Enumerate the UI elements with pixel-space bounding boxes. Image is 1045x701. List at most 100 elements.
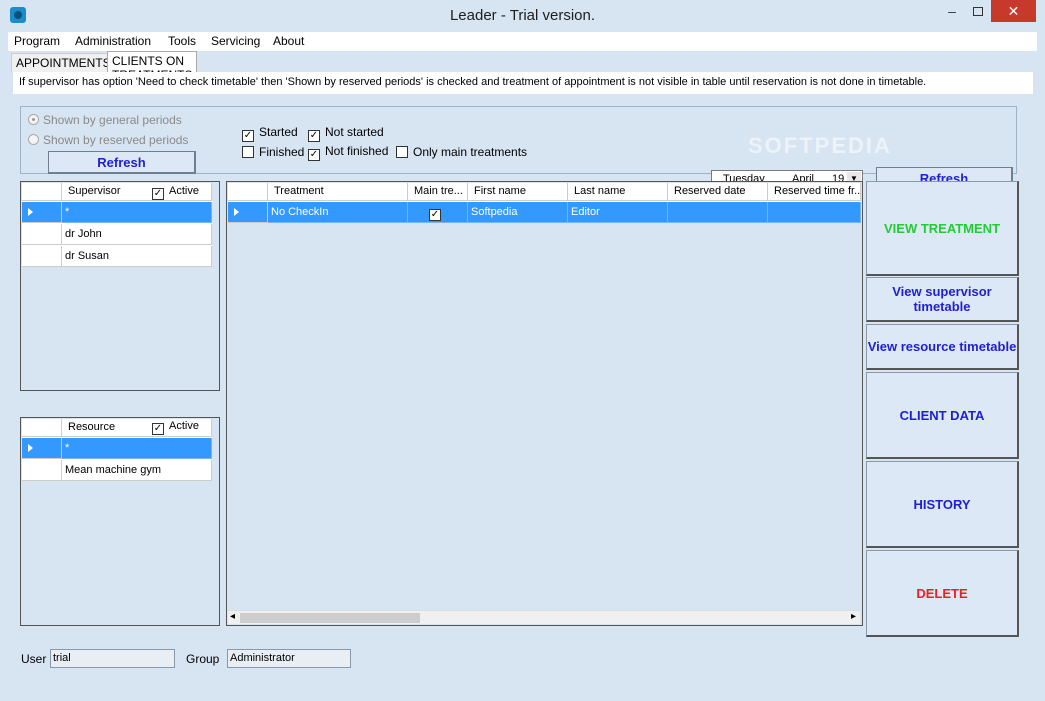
- supervisor-panel: Supervisor ✓ Active * dr John dr Susan: [20, 181, 220, 391]
- treatments-panel: Treatment Main tre... First name Last na…: [226, 181, 863, 626]
- column-header-last-name[interactable]: Last name: [568, 183, 668, 201]
- supervisor-corner: [22, 183, 62, 201]
- resource-column-label: Resource: [68, 421, 116, 433]
- resource-active-check-icon: ✓: [152, 423, 164, 435]
- column-header-reserved-date[interactable]: Reserved date: [668, 183, 768, 201]
- radio-general-periods-label: Shown by general periods: [43, 113, 182, 127]
- table-row[interactable]: Mean machine gym: [22, 460, 212, 481]
- supervisor-column-header[interactable]: Supervisor ✓ Active: [62, 183, 212, 201]
- radio-general-periods-icon: [28, 114, 39, 125]
- radio-general-periods[interactable]: Shown by general periods: [28, 113, 182, 127]
- table-row[interactable]: No CheckIn ✓ Softpedia Editor: [228, 202, 861, 223]
- main-window: Program Administration Tools Servicing A…: [8, 32, 1037, 693]
- menu-servicing[interactable]: Servicing: [211, 34, 260, 48]
- treatments-corner: [228, 183, 268, 201]
- history-button[interactable]: HISTORY: [866, 461, 1019, 548]
- column-header-treatment[interactable]: Treatment: [268, 183, 408, 201]
- row-header: [22, 224, 62, 245]
- supervisor-name-cell: *: [62, 202, 212, 223]
- info-message: If supervisor has option 'Need to check …: [13, 72, 1033, 94]
- supervisor-active-check-icon: ✓: [152, 188, 164, 200]
- refresh-left-button[interactable]: Refresh: [48, 151, 196, 174]
- close-button[interactable]: ✕: [991, 0, 1036, 22]
- not-started-label: Not started: [325, 125, 384, 139]
- group-field: Administrator: [227, 649, 351, 668]
- started-check-icon: ✓: [242, 130, 254, 142]
- tab-appointments[interactable]: APPOINTMENTS: [11, 53, 116, 72]
- row-header: [22, 246, 62, 267]
- radio-reserved-periods-icon: [28, 134, 39, 145]
- first-name-cell: Softpedia: [468, 202, 568, 223]
- column-header-first-name[interactable]: First name: [468, 183, 568, 201]
- row-header: [22, 460, 62, 481]
- not-started-checkbox[interactable]: ✓ Not started: [308, 125, 384, 142]
- horizontal-scrollbar[interactable]: ◂ ▸: [228, 610, 860, 624]
- window-title: Leader - Trial version.: [449, 7, 596, 24]
- treatment-cell: No CheckIn: [268, 202, 408, 223]
- radio-reserved-periods[interactable]: Shown by reserved periods: [28, 133, 188, 147]
- client-data-button[interactable]: CLIENT DATA: [866, 372, 1019, 459]
- menu-tools[interactable]: Tools: [168, 34, 196, 48]
- row-selector-arrow-icon: [228, 202, 268, 223]
- view-resource-timetable-button[interactable]: View resource timetable: [866, 324, 1019, 370]
- table-row[interactable]: dr Susan: [22, 246, 212, 267]
- resource-name-cell: *: [62, 438, 212, 459]
- watermark: SOFTPEDIA: [748, 133, 892, 158]
- supervisor-active-filter[interactable]: ✓ Active: [152, 185, 199, 200]
- supervisor-active-label: Active: [169, 185, 199, 197]
- scrollbar-thumb[interactable]: [240, 613, 420, 623]
- finished-checkbox[interactable]: Finished: [242, 145, 304, 159]
- resource-active-label: Active: [169, 420, 199, 432]
- not-finished-checkbox[interactable]: ✓ Not finished: [308, 144, 388, 161]
- row-selector-arrow-icon: [22, 438, 62, 459]
- menu-program[interactable]: Program: [14, 34, 60, 48]
- started-checkbox[interactable]: ✓ Started: [242, 125, 298, 142]
- resource-corner: [22, 419, 62, 437]
- supervisor-grid: Supervisor ✓ Active * dr John dr Susan: [22, 183, 212, 267]
- row-selector-arrow-icon: [22, 202, 62, 223]
- minimize-button[interactable]: ‒: [939, 0, 965, 22]
- resource-active-filter[interactable]: ✓ Active: [152, 420, 199, 435]
- title-bar: Leader - Trial version. ‒ ✕: [0, 0, 1045, 32]
- table-row[interactable]: *: [22, 202, 212, 223]
- check-icon: ✓: [429, 209, 441, 221]
- tab-clients-on-treatments[interactable]: CLIENTS ON TREATMENTS: [107, 51, 198, 82]
- not-finished-label: Not finished: [325, 144, 389, 158]
- view-supervisor-timetable-button[interactable]: View supervisor timetable: [866, 277, 1019, 322]
- only-main-check-icon: [396, 146, 408, 158]
- user-label: User: [21, 652, 47, 666]
- reserved-time-cell: [768, 202, 861, 223]
- resource-panel: Resource ✓ Active * Mean machine gym: [20, 417, 220, 626]
- last-name-cell: Editor: [568, 202, 668, 223]
- not-finished-check-icon: ✓: [308, 149, 320, 161]
- scroll-left-icon[interactable]: ◂: [230, 611, 235, 622]
- supervisor-name-cell: dr John: [62, 224, 212, 245]
- main-treatment-cell[interactable]: ✓: [408, 202, 468, 223]
- column-header-main-treatment[interactable]: Main tre...: [408, 183, 468, 201]
- supervisor-name-cell: dr Susan: [62, 246, 212, 267]
- only-main-treatments-checkbox[interactable]: Only main treatments: [396, 145, 527, 159]
- radio-reserved-periods-label: Shown by reserved periods: [43, 133, 189, 147]
- menu-bar: Program Administration Tools Servicing A…: [8, 32, 1037, 51]
- column-header-reserved-time[interactable]: Reserved time fr...: [768, 183, 861, 201]
- table-row[interactable]: *: [22, 438, 212, 459]
- maximize-icon: [973, 7, 983, 16]
- maximize-button[interactable]: [965, 0, 991, 22]
- user-field: trial: [50, 649, 175, 668]
- scroll-right-icon[interactable]: ▸: [851, 611, 856, 622]
- group-label: Group: [186, 652, 220, 666]
- resource-grid: Resource ✓ Active * Mean machine gym: [22, 419, 212, 481]
- delete-button[interactable]: DELETE: [866, 550, 1019, 637]
- view-treatment-button[interactable]: VIEW TREATMENT: [866, 181, 1019, 276]
- resource-column-header[interactable]: Resource ✓ Active: [62, 419, 212, 437]
- reserved-date-cell: [668, 202, 768, 223]
- finished-label: Finished: [259, 145, 305, 159]
- not-started-check-icon: ✓: [308, 130, 320, 142]
- resource-name-cell: Mean machine gym: [62, 460, 212, 481]
- supervisor-column-label: Supervisor: [68, 185, 121, 197]
- menu-about[interactable]: About: [273, 34, 304, 48]
- table-row[interactable]: dr John: [22, 224, 212, 245]
- treatments-grid: Treatment Main tre... First name Last na…: [228, 183, 861, 223]
- menu-administration[interactable]: Administration: [75, 34, 151, 48]
- started-label: Started: [259, 125, 298, 139]
